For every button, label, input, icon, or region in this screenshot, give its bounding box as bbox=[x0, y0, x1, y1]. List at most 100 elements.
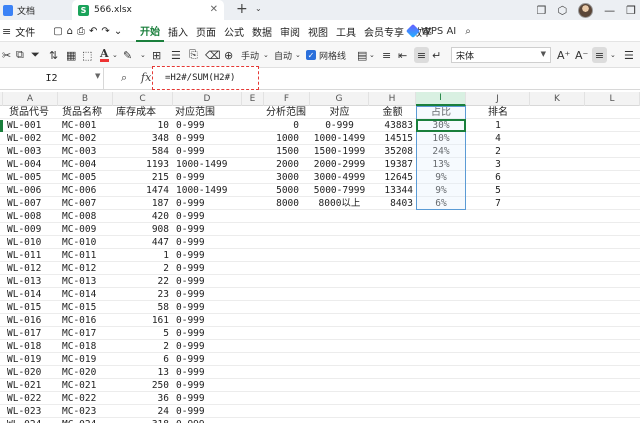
column-header-b[interactable]: B bbox=[58, 92, 113, 106]
cell-analysis-start[interactable]: 1000 bbox=[264, 132, 299, 145]
header-cell-share[interactable]: 占比 bbox=[416, 106, 466, 119]
cell-cost[interactable]: 187 bbox=[113, 197, 169, 210]
sort-icon[interactable]: ⇅ bbox=[49, 47, 58, 63]
chevron-down-icon[interactable]: ▼ bbox=[95, 72, 100, 80]
cell-range[interactable]: 0-999 bbox=[176, 223, 205, 236]
cell-analysis-range[interactable]: 3000-4999 bbox=[310, 171, 369, 184]
cell-name[interactable]: MC-010 bbox=[62, 236, 96, 249]
avatar[interactable] bbox=[578, 2, 594, 18]
menu-icon[interactable]: ≡ bbox=[2, 25, 11, 38]
cell-range[interactable]: 0-999 bbox=[176, 405, 205, 418]
cell-analysis-range[interactable]: 1500-1999 bbox=[310, 145, 369, 158]
cell-share[interactable]: 9% bbox=[416, 171, 466, 184]
close-icon[interactable]: ✕ bbox=[210, 4, 218, 15]
menu-view[interactable]: 视图 bbox=[304, 20, 332, 42]
tab-documents[interactable]: 文档 bbox=[0, 0, 62, 20]
decrease-font-icon[interactable]: A⁻ bbox=[575, 47, 588, 63]
cell-name[interactable]: MC-019 bbox=[62, 353, 96, 366]
cell-name[interactable]: MC-009 bbox=[62, 223, 96, 236]
copy-icon[interactable]: ⧉ bbox=[16, 47, 24, 63]
cell-code[interactable]: WL-009 bbox=[7, 223, 41, 236]
cell-share[interactable]: 13% bbox=[416, 158, 466, 171]
cell-code[interactable]: WL-022 bbox=[7, 392, 41, 405]
fill-icon[interactable]: ⬚ bbox=[82, 47, 92, 63]
gridlines-toggle[interactable]: ✓ 网格线 bbox=[306, 47, 346, 63]
cell-code[interactable]: WL-023 bbox=[7, 405, 41, 418]
search-icon[interactable]: ⌕ bbox=[121, 71, 127, 85]
tab-workbook[interactable]: S 566.xlsx ✕ bbox=[72, 0, 224, 20]
cell-range[interactable]: 0-999 bbox=[176, 210, 205, 223]
cell-share[interactable]: 10% bbox=[416, 132, 466, 145]
cell-name[interactable]: MC-024 bbox=[62, 418, 96, 423]
cell-range[interactable]: 0-999 bbox=[176, 119, 205, 132]
cell-cost[interactable]: 23 bbox=[113, 288, 169, 301]
cell-analysis-start[interactable]: 0 bbox=[264, 119, 299, 132]
cell-range[interactable]: 0-999 bbox=[176, 327, 205, 340]
header-cell-rank[interactable]: 排名 bbox=[466, 106, 530, 119]
cell-name[interactable]: MC-008 bbox=[62, 210, 96, 223]
header-cell-range[interactable]: 对应范围 bbox=[175, 106, 215, 119]
check-icon[interactable]: ✓ bbox=[306, 50, 316, 60]
name-box[interactable]: I2 bbox=[0, 68, 104, 89]
align-center-icon[interactable]: ≡ bbox=[414, 47, 429, 63]
cell-share[interactable]: 6% bbox=[416, 197, 466, 210]
menu-page[interactable]: 页面 bbox=[192, 20, 220, 42]
menu-member[interactable]: 会员专享 bbox=[360, 20, 408, 42]
header-cell-analysis-range[interactable]: 分析范围 bbox=[266, 106, 306, 119]
cell-code[interactable]: WL-011 bbox=[7, 249, 41, 262]
cell-name[interactable]: MC-001 bbox=[62, 119, 96, 132]
cell-range[interactable]: 0-999 bbox=[176, 275, 205, 288]
undo-icon[interactable]: ↶ bbox=[89, 26, 97, 37]
cell-analysis-start[interactable]: 1500 bbox=[264, 145, 299, 158]
cell-range[interactable]: 0-999 bbox=[176, 340, 205, 353]
auto-calc-label[interactable]: 自动 bbox=[274, 47, 292, 63]
highlight-icon[interactable]: ✎ bbox=[123, 47, 132, 63]
cell-code[interactable]: WL-015 bbox=[7, 301, 41, 314]
cell-name[interactable]: MC-015 bbox=[62, 301, 96, 314]
cell-amount[interactable]: 35208 bbox=[369, 145, 413, 158]
cell-name[interactable]: MC-012 bbox=[62, 262, 96, 275]
chevron-down-icon[interactable]: ⌄ bbox=[610, 47, 616, 63]
cell-amount[interactable]: 13344 bbox=[369, 184, 413, 197]
cell-range[interactable]: 1000-1499 bbox=[176, 184, 227, 197]
cell-range[interactable]: 0-999 bbox=[176, 145, 205, 158]
box-icon[interactable]: ⬡ bbox=[558, 4, 568, 17]
cell-rank[interactable]: 2 bbox=[466, 145, 530, 158]
cell-code[interactable]: WL-013 bbox=[7, 275, 41, 288]
cell-analysis-range[interactable]: 5000-7999 bbox=[310, 184, 369, 197]
cell-analysis-start[interactable]: 3000 bbox=[264, 171, 299, 184]
chevron-down-icon[interactable]: ⌄ bbox=[263, 47, 269, 63]
cell-cost[interactable]: 2 bbox=[113, 262, 169, 275]
cell-name[interactable]: MC-005 bbox=[62, 171, 96, 184]
menu-formula[interactable]: 公式 bbox=[220, 20, 248, 42]
cell-share[interactable]: 9% bbox=[416, 184, 466, 197]
column-header-a[interactable]: A bbox=[3, 92, 58, 106]
cell-cost[interactable]: 908 bbox=[113, 223, 169, 236]
menu-tools[interactable]: 工具 bbox=[332, 20, 360, 42]
column-header-h[interactable]: H bbox=[369, 92, 416, 106]
cell-name[interactable]: MC-004 bbox=[62, 158, 96, 171]
align-justify-icon[interactable]: ☰ bbox=[624, 47, 634, 63]
column-header-c[interactable]: C bbox=[113, 92, 173, 106]
cell-cost[interactable]: 420 bbox=[113, 210, 169, 223]
cell-name[interactable]: MC-006 bbox=[62, 184, 96, 197]
cell-share[interactable]: 24% bbox=[416, 145, 466, 158]
more-icon[interactable]: ⌄ bbox=[114, 26, 122, 37]
cell-rank[interactable]: 4 bbox=[466, 132, 530, 145]
cell-cost[interactable]: 584 bbox=[113, 145, 169, 158]
cell-analysis-range[interactable]: 0-999 bbox=[310, 119, 369, 132]
cut-icon[interactable]: ✂ bbox=[2, 47, 11, 63]
filter-icon[interactable]: ⏷ bbox=[31, 47, 40, 63]
cell-range[interactable]: 0-999 bbox=[176, 314, 205, 327]
cell-cost[interactable]: 58 bbox=[113, 301, 169, 314]
cell-cost[interactable]: 2 bbox=[113, 340, 169, 353]
increase-font-icon[interactable]: A⁺ bbox=[557, 47, 570, 63]
restore-window-icon[interactable]: ❐ bbox=[537, 4, 547, 17]
cell-rank[interactable]: 3 bbox=[466, 158, 530, 171]
cell-code[interactable]: WL-024 bbox=[7, 418, 41, 423]
cell-code[interactable]: WL-012 bbox=[7, 262, 41, 275]
print-icon[interactable]: ⎙ bbox=[77, 26, 85, 37]
cell-name[interactable]: MC-018 bbox=[62, 340, 96, 353]
cell-analysis-start[interactable]: 8000 bbox=[264, 197, 299, 210]
cell-name[interactable]: MC-022 bbox=[62, 392, 96, 405]
